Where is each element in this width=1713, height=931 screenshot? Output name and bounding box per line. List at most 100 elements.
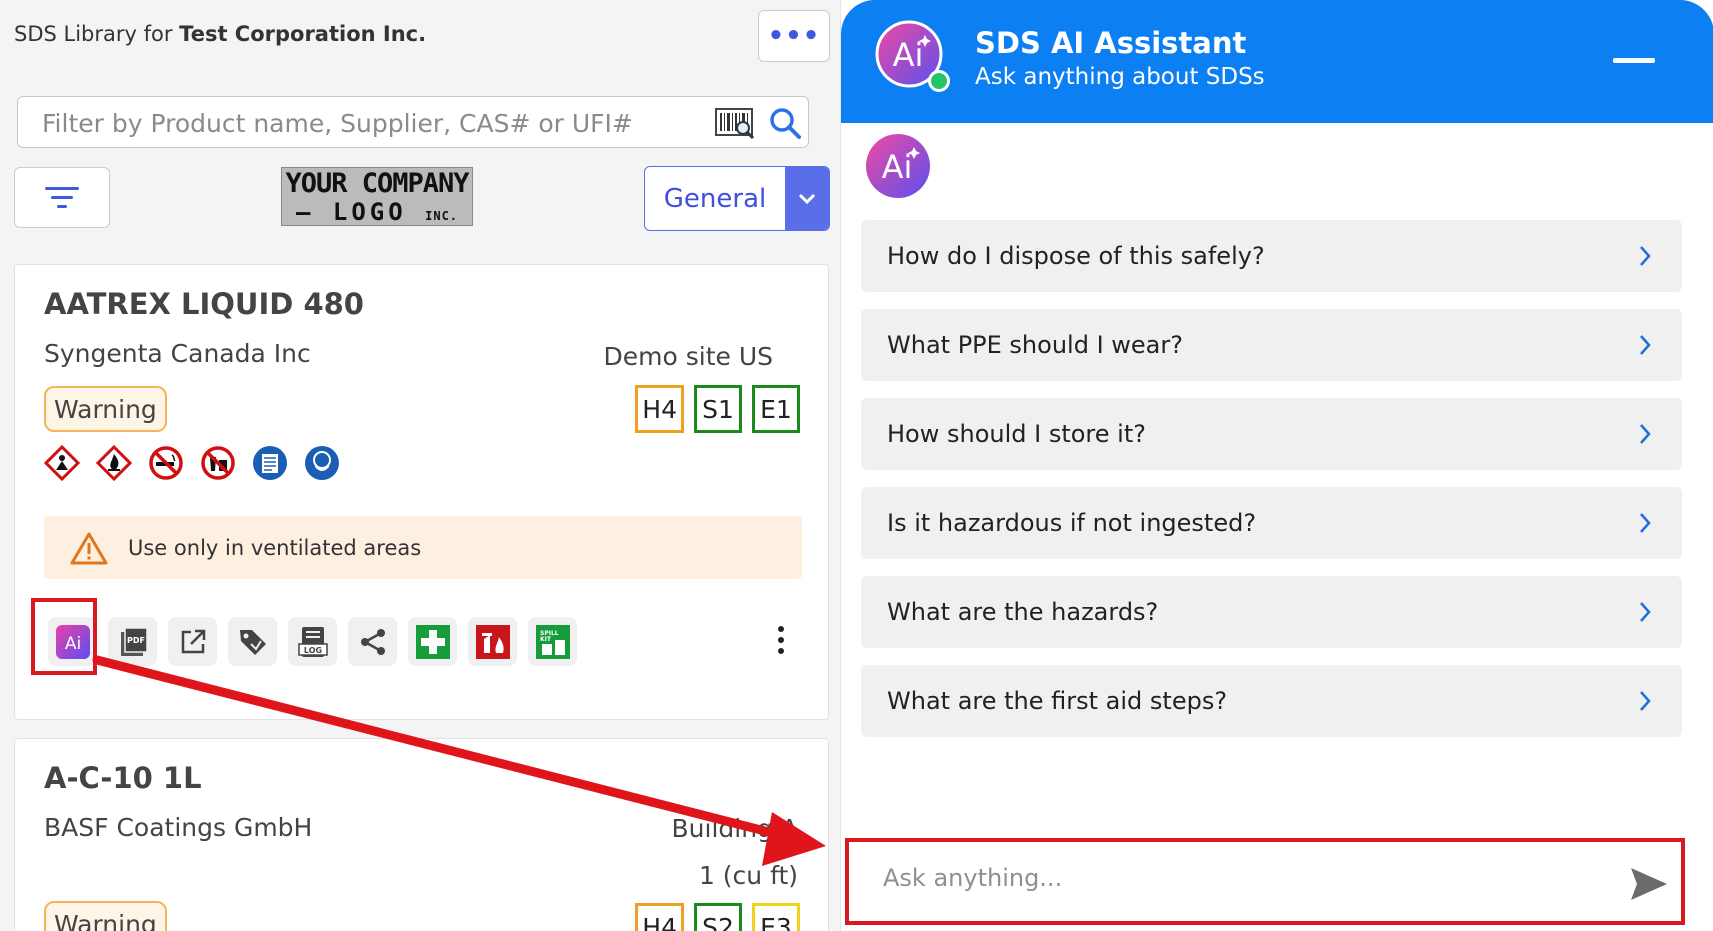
wear-mask-icon: [305, 446, 339, 480]
product-actions: Ai PDF LOG SPILL KIT: [48, 617, 577, 666]
suggestion-button[interactable]: What PPE should I wear?: [861, 309, 1682, 381]
product-name: A-C-10 1L: [44, 761, 202, 795]
filter-button[interactable]: [14, 167, 110, 228]
suggestion-text: What are the first aid steps?: [887, 687, 1228, 715]
spill-kit-icon: SPILL KIT: [535, 624, 570, 659]
precaution-banner: Use only in ventilated areas: [44, 516, 802, 579]
logo-suffix: INC.: [425, 209, 459, 223]
product-card[interactable]: AATREX LIQUID 480 Syngenta Canada Inc De…: [14, 264, 829, 720]
open-external-button[interactable]: [168, 617, 217, 666]
library-title-prefix: SDS Library for: [14, 22, 180, 46]
search-bar: [17, 96, 809, 148]
chat-input[interactable]: [883, 864, 1583, 892]
first-aid-icon: [415, 624, 450, 659]
health-code: H4: [635, 385, 684, 433]
product-site: Building A: [671, 814, 798, 843]
more-options-button[interactable]: •••: [758, 10, 830, 62]
tag-button[interactable]: [228, 617, 277, 666]
suggestion-text: What PPE should I wear?: [887, 331, 1183, 359]
chevron-down-icon: [798, 193, 816, 204]
online-status-dot: [928, 70, 950, 92]
share-icon: [360, 628, 385, 655]
chevron-right-icon: [1640, 691, 1651, 711]
suggestion-button[interactable]: How should I store it?: [861, 398, 1682, 470]
environment-code: E1: [752, 385, 800, 433]
ai-button-highlight: [31, 598, 97, 675]
logo-line-2: — LOGO INC.: [295, 198, 459, 226]
product-name: AATREX LIQUID 480: [44, 287, 364, 321]
logo-line-1: YOUR COMPANY: [285, 168, 469, 199]
chevron-right-icon: [1640, 246, 1651, 266]
product-card[interactable]: A-C-10 1L BASF Coatings GmbH Building A …: [14, 738, 829, 931]
logo-word: LOGO: [332, 198, 407, 226]
suggestion-button[interactable]: How do I dispose of this safely?: [861, 220, 1682, 292]
pictogram-row: [44, 445, 340, 481]
sds-library-panel: SDS Library for Test Corporation Inc. ••…: [0, 0, 840, 931]
environment-code: E3: [752, 903, 800, 931]
suggestion-text: How do I dispose of this safely?: [887, 242, 1265, 270]
product-quantity: 1 (cu ft): [698, 861, 798, 890]
no-smoking-icon: [149, 446, 183, 480]
chat-input-box: [845, 838, 1685, 925]
search-icon[interactable]: [768, 106, 802, 140]
svg-text:LOG: LOG: [303, 646, 321, 655]
read-manual-icon: [253, 446, 287, 480]
svg-text:PDF: PDF: [127, 636, 145, 645]
chevron-right-icon: [1640, 335, 1651, 355]
first-aid-button[interactable]: [408, 617, 457, 666]
ai-assistant-panel: Ai SDS AI Assistant Ask anything about S…: [840, 0, 1713, 931]
health-code: H4: [635, 903, 684, 931]
assistant-title: SDS AI Assistant: [975, 26, 1247, 60]
signal-word-badge: Warning: [44, 901, 167, 931]
signal-word-badge: Warning: [44, 386, 167, 432]
filter-icon: [45, 186, 79, 208]
assistant-subtitle: Ask anything about SDSs: [975, 64, 1265, 90]
flammable-icon: [96, 445, 132, 481]
svg-text:KIT: KIT: [540, 636, 552, 643]
safety-code: S2: [694, 903, 742, 931]
pdf-button[interactable]: PDF: [108, 617, 157, 666]
precaution-text: Use only in ventilated areas: [128, 535, 422, 560]
tag-icon: [239, 629, 266, 655]
send-icon[interactable]: [1629, 866, 1669, 902]
avatar-text: Ai: [882, 148, 913, 186]
no-eating-drinking-icon: [201, 446, 235, 480]
product-supplier: BASF Coatings GmbH: [44, 813, 313, 842]
product-supplier: Syngenta Canada Inc: [44, 339, 311, 368]
company-name: Test Corporation Inc.: [179, 22, 427, 46]
suggestion-button[interactable]: What are the first aid steps?: [861, 665, 1682, 737]
company-logo: YOUR COMPANY — LOGO INC.: [281, 167, 473, 226]
bot-avatar: Ai: [866, 134, 930, 198]
hazard-codes: H4 S2 E3: [635, 903, 800, 931]
suggestion-text: What are the hazards?: [887, 598, 1159, 626]
pdf-icon: PDF: [120, 626, 148, 656]
barcode-scan-icon[interactable]: [715, 107, 755, 139]
suggestion-button[interactable]: What are the hazards?: [861, 576, 1682, 648]
view-select-toggle[interactable]: [785, 167, 829, 230]
hazard-codes: H4 S1 E1: [635, 385, 800, 433]
minimize-icon[interactable]: [1613, 58, 1655, 63]
assistant-header: Ai SDS AI Assistant Ask anything about S…: [841, 0, 1713, 123]
view-select[interactable]: General: [644, 166, 830, 231]
suggestion-text: How should I store it?: [887, 420, 1146, 448]
search-input[interactable]: [42, 109, 702, 138]
safety-code: S1: [694, 385, 742, 433]
open-external-icon: [181, 629, 205, 653]
warning-triangle-icon: [70, 532, 108, 564]
health-hazard-icon: [44, 445, 80, 481]
view-select-value: General: [663, 183, 767, 214]
log-icon: LOG: [297, 626, 328, 657]
suggestion-button[interactable]: Is it hazardous if not ingested?: [861, 487, 1682, 559]
chevron-right-icon: [1640, 424, 1651, 444]
kebab-menu-icon[interactable]: [776, 625, 786, 655]
avatar-text: Ai: [893, 36, 924, 74]
library-title: SDS Library for Test Corporation Inc.: [14, 22, 426, 46]
chevron-right-icon: [1640, 602, 1651, 622]
log-button[interactable]: LOG: [288, 617, 337, 666]
share-button[interactable]: [348, 617, 397, 666]
fire-fighting-button[interactable]: [468, 617, 517, 666]
spill-kit-button[interactable]: SPILL KIT: [528, 617, 577, 666]
fire-icon: [475, 624, 510, 659]
product-site: Demo site US: [603, 342, 774, 371]
chevron-right-icon: [1640, 513, 1651, 533]
